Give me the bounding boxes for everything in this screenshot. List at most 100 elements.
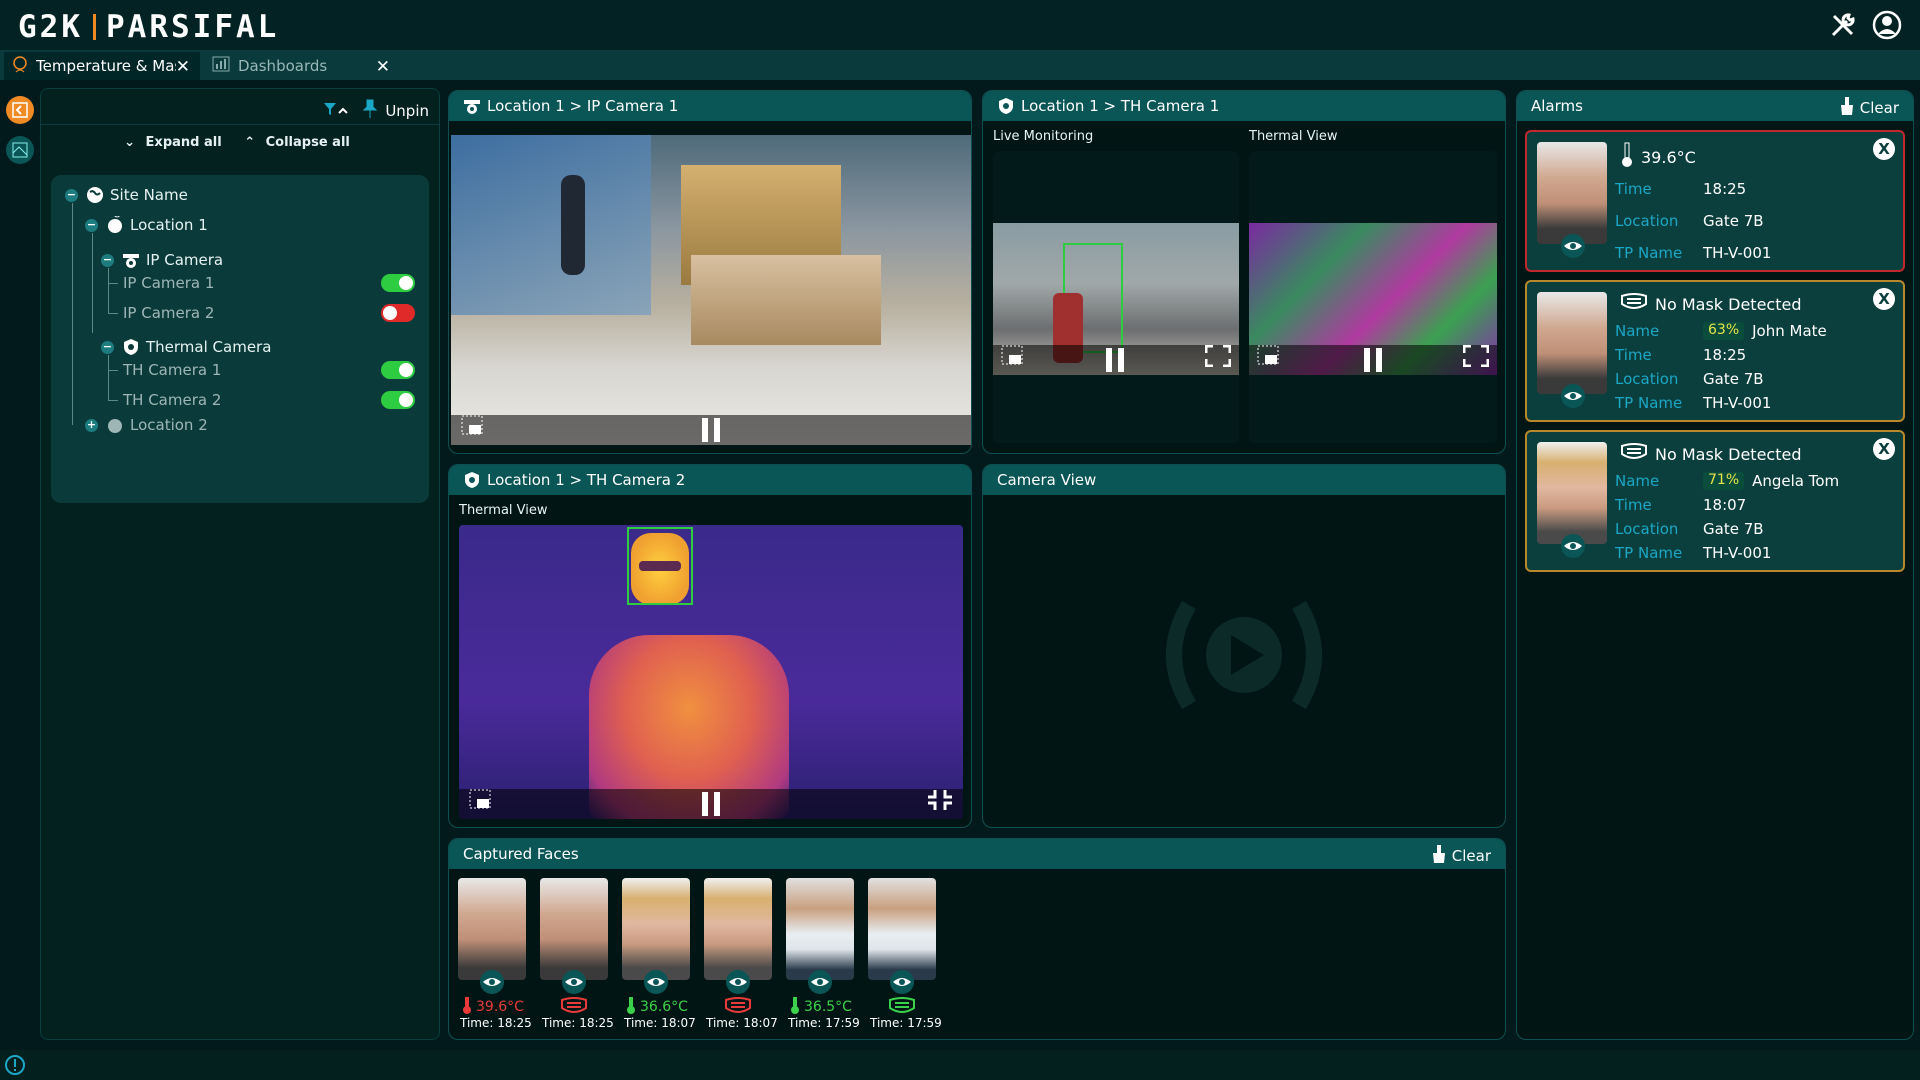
eye-icon[interactable] xyxy=(726,970,750,994)
thermal-view-label: Thermal View xyxy=(459,503,548,518)
tree-node-site[interactable]: − Site Name xyxy=(65,183,188,207)
tree-node-location-2[interactable]: + Location 2 xyxy=(85,413,208,437)
tab-dashboards[interactable]: Dashboards ✕ xyxy=(204,52,400,80)
th-camera-1-live-video[interactable] xyxy=(993,223,1239,375)
collapse-all-button[interactable]: ⌃ Collapse all xyxy=(244,135,356,150)
fullscreen-icon[interactable] xyxy=(1204,344,1232,371)
pause-icon[interactable] xyxy=(701,792,721,816)
device-tree-panel: Unpin ⌄ Expand all ⌃ Collapse all − Site… xyxy=(40,88,440,1040)
th-camera-1-toggle[interactable] xyxy=(381,361,415,379)
eye-icon[interactable] xyxy=(890,970,914,994)
eye-icon[interactable] xyxy=(1561,234,1585,258)
person-photo xyxy=(1537,142,1607,244)
person-photo xyxy=(1537,442,1607,544)
ip-camera-1-video[interactable] xyxy=(451,135,971,445)
tree-node-location-1[interactable]: − Location 1 xyxy=(85,210,208,237)
eye-icon[interactable] xyxy=(808,970,832,994)
location-globe-icon xyxy=(106,210,124,234)
dismiss-alarm-button[interactable]: X xyxy=(1873,438,1895,460)
user-icon[interactable] xyxy=(1872,10,1902,40)
close-icon[interactable]: ✕ xyxy=(176,57,190,77)
close-icon[interactable]: ✕ xyxy=(376,57,390,77)
eye-icon[interactable] xyxy=(480,970,504,994)
face-photo xyxy=(458,878,526,980)
unpin-button[interactable]: Unpin xyxy=(363,99,429,123)
dismiss-alarm-button[interactable]: X xyxy=(1873,138,1895,160)
pause-icon[interactable] xyxy=(701,418,721,442)
mask-icon xyxy=(1619,292,1649,316)
ip-camera-1-toggle[interactable] xyxy=(381,274,415,292)
stream-placeholder-icon xyxy=(1149,585,1339,729)
fullscreen-icon[interactable] xyxy=(1462,344,1490,371)
tree-node-th-camera-1[interactable]: TH Camera 1 xyxy=(123,358,221,382)
face-temperature: 36.5°C xyxy=(804,999,852,1015)
tree-node-ip-camera-2[interactable]: IP Camera 2 xyxy=(123,301,214,325)
collapse-panel-button[interactable] xyxy=(6,96,34,124)
clear-alarms-button[interactable]: Clear xyxy=(1840,97,1899,119)
tree-node-thermal-camera[interactable]: − Thermal Camera xyxy=(101,335,271,359)
thermometer-icon xyxy=(790,996,800,1018)
th-camera-2-panel: Location 1 > TH Camera 2 Thermal View xyxy=(448,464,972,828)
tree-node-ip-camera[interactable]: − IP Camera xyxy=(101,248,223,272)
filter-icon[interactable] xyxy=(323,101,349,120)
broom-icon xyxy=(1432,845,1446,867)
panel-title: Captured Faces xyxy=(463,845,579,863)
camera-view-panel: Camera View xyxy=(982,464,1506,828)
th-camera-2-thermal-video[interactable] xyxy=(459,525,963,819)
ip-camera-2-toggle[interactable] xyxy=(381,304,415,322)
face-time: Time: 18:25 xyxy=(542,1016,614,1030)
tab-temperature-mask[interactable]: Temperature & Mas... ✕ xyxy=(4,52,200,80)
ip-camera-1-panel: Location 1 > IP Camera 1 xyxy=(448,90,972,454)
captured-face-card[interactable]: 39.6°C Time: 18:25 xyxy=(458,878,532,1030)
dashboard-icon xyxy=(212,56,230,76)
face-photo xyxy=(540,878,608,980)
map-view-button[interactable] xyxy=(6,136,34,164)
eye-icon[interactable] xyxy=(1561,384,1585,408)
camera-icon xyxy=(463,97,481,115)
alarm-card-no-mask[interactable]: No Mask Detected X Name 71% Angela Tom Tim… xyxy=(1525,430,1905,572)
pause-icon[interactable] xyxy=(1363,348,1383,372)
face-time: Time: 17:59 xyxy=(788,1016,860,1030)
eye-icon[interactable] xyxy=(644,970,668,994)
eye-icon[interactable] xyxy=(1561,534,1585,558)
eye-icon[interactable] xyxy=(562,970,586,994)
mask-icon xyxy=(1619,442,1649,466)
clear-captured-faces-button[interactable]: Clear xyxy=(1432,845,1491,867)
person-photo xyxy=(1537,292,1607,394)
left-rail xyxy=(0,80,40,1050)
broom-icon xyxy=(1840,97,1854,119)
captured-face-card[interactable]: Time: 18:25 xyxy=(540,878,614,1030)
captured-face-card[interactable]: 36.5°C Time: 17:59 xyxy=(786,878,860,1030)
snapshot-icon[interactable] xyxy=(461,415,485,441)
tools-icon[interactable] xyxy=(1828,10,1858,40)
expand-all-button[interactable]: ⌄ Expand all xyxy=(124,135,228,150)
dismiss-alarm-button[interactable]: X xyxy=(1873,288,1895,310)
snapshot-icon[interactable] xyxy=(1001,345,1025,371)
thermal-view-label: Thermal View xyxy=(1249,129,1338,144)
captured-face-card[interactable]: Time: 17:59 xyxy=(868,878,942,1030)
tree-node-ip-camera-1[interactable]: IP Camera 1 xyxy=(123,271,214,295)
globe-icon xyxy=(86,186,104,204)
exit-fullscreen-icon[interactable] xyxy=(927,789,953,815)
alarm-card-temperature[interactable]: 39.6°C X Time 18:25 Location Gate 7B TP Na… xyxy=(1525,130,1905,272)
captured-face-card[interactable]: 36.6°C Time: 18:07 xyxy=(622,878,696,1030)
snapshot-icon[interactable] xyxy=(469,789,493,815)
snapshot-icon[interactable] xyxy=(1257,345,1281,371)
tab-bar: Temperature & Mas... ✕ Dashboards ✕ xyxy=(0,50,1920,80)
top-bar: G2K PARSIFAL xyxy=(0,0,1920,50)
th-camera-2-toggle[interactable] xyxy=(381,391,415,409)
alarm-card-no-mask[interactable]: No Mask Detected X Name 63% John Mate Time… xyxy=(1525,280,1905,422)
face-photo xyxy=(704,878,772,980)
tree-node-th-camera-2[interactable]: TH Camera 2 xyxy=(123,388,221,412)
face-photo xyxy=(868,878,936,980)
pin-icon xyxy=(363,99,378,123)
face-time: Time: 18:07 xyxy=(624,1016,696,1030)
pause-icon[interactable] xyxy=(1105,348,1125,372)
panel-title: Location 1 > TH Camera 2 xyxy=(487,471,686,489)
captured-face-card[interactable]: Time: 18:07 xyxy=(704,878,778,1030)
th-camera-1-thermal-video[interactable] xyxy=(1249,223,1497,375)
app-logo: G2K PARSIFAL xyxy=(18,9,280,45)
face-time: Time: 17:59 xyxy=(870,1016,942,1030)
info-icon[interactable] xyxy=(4,1054,26,1080)
thermal-shield-icon xyxy=(997,97,1015,115)
